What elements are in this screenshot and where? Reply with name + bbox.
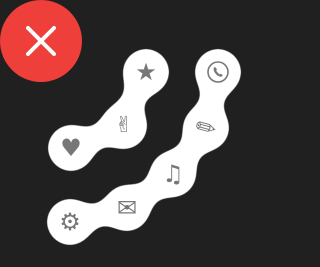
- music-button[interactable]: ♫: [153, 154, 193, 194]
- settings-button[interactable]: ⚙: [50, 202, 90, 242]
- star-icon: ★: [135, 58, 157, 86]
- peace-button[interactable]: ✌: [104, 106, 144, 146]
- radial-menu-screen: ★ ✌ ♥ ⚙ ✉ ♫ ✎: [0, 0, 276, 267]
- edit-button[interactable]: ✎: [186, 108, 226, 148]
- call-button[interactable]: [198, 52, 238, 92]
- music-note-icon: ♫: [162, 160, 184, 188]
- phone-icon: [207, 61, 229, 83]
- favorite-button[interactable]: ★: [126, 52, 166, 92]
- envelope-icon: ✉: [116, 194, 138, 222]
- pencil-icon: ✎: [190, 110, 222, 146]
- like-button[interactable]: ♥: [51, 128, 91, 168]
- heart-icon: ♥: [60, 134, 82, 162]
- peace-hand-icon: ✌: [114, 113, 134, 138]
- gear-icon: ⚙: [59, 208, 81, 236]
- mail-button[interactable]: ✉: [107, 188, 147, 228]
